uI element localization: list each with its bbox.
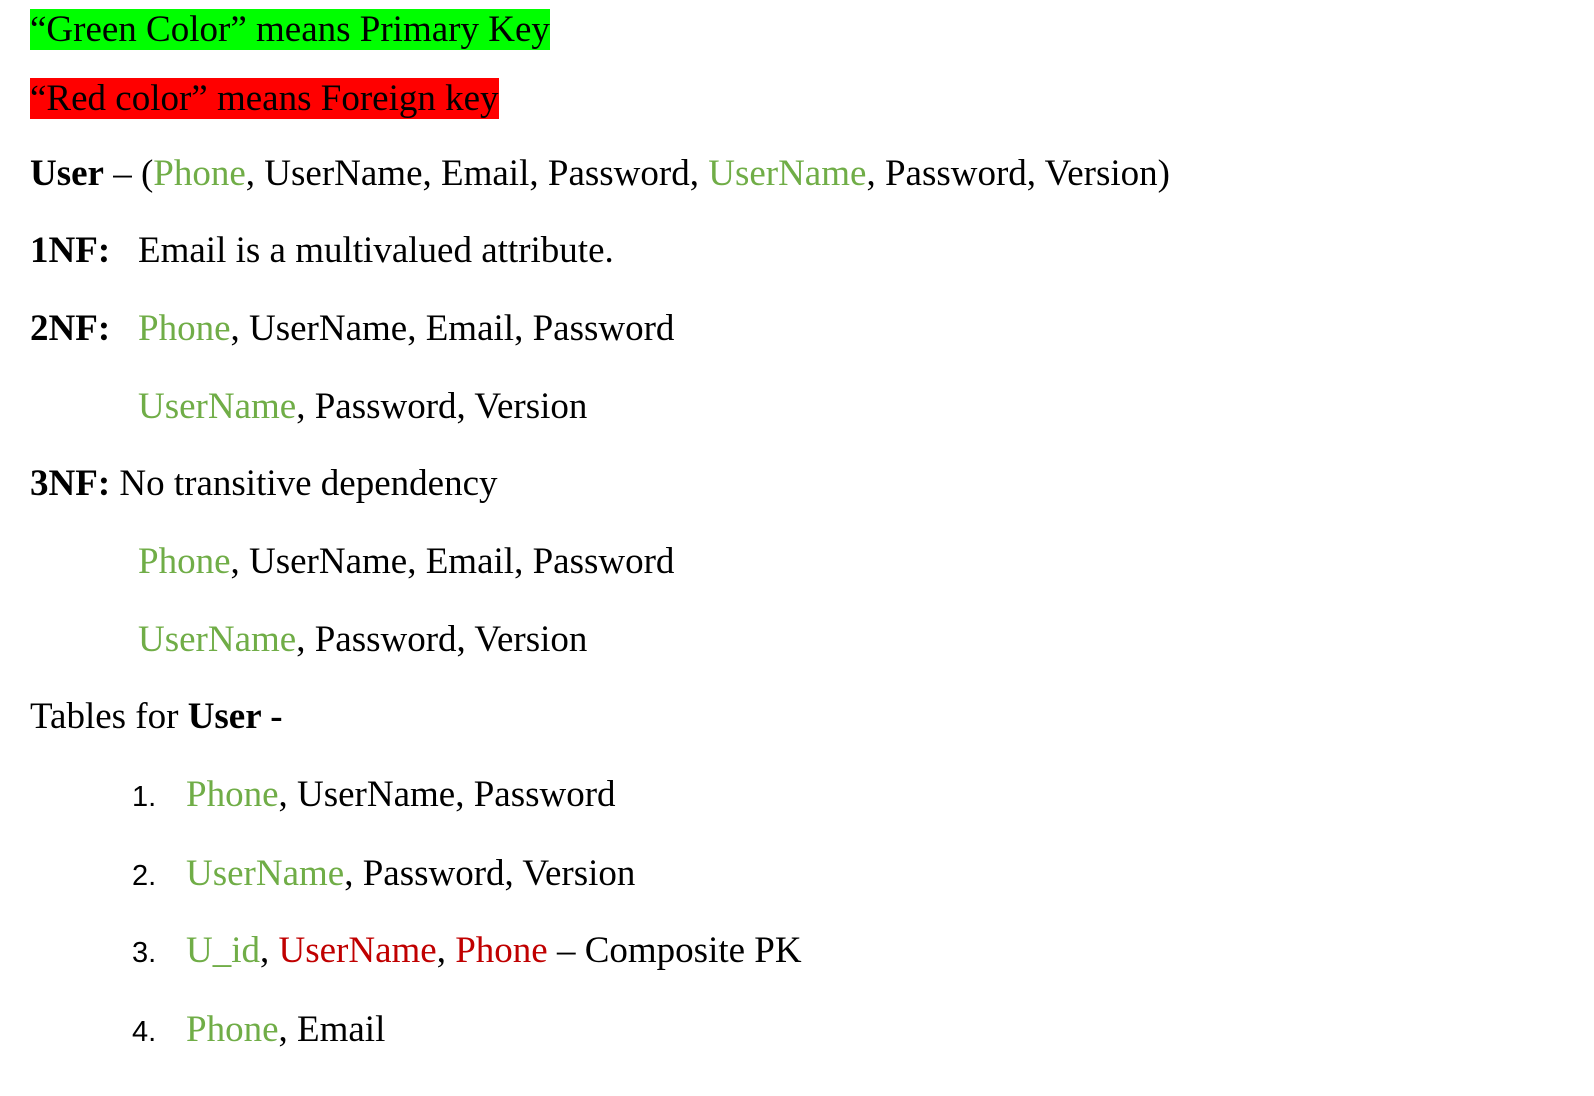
nf2-line-1: 2NF: Phone, UserName, Email, Password [30, 307, 674, 351]
list-item-sep: , [436, 930, 456, 971]
legend-foreign-key: “Red color” means Foreign key [30, 77, 499, 121]
nf1-text: Email is a multivalued attribute. [138, 230, 614, 271]
nf1-label: 1NF: [30, 230, 111, 271]
user-attrs: , UserName, Email, Password, [245, 153, 709, 194]
list-number: 2. [132, 860, 157, 892]
nf2-row1-rest: , UserName, Email, Password [230, 308, 675, 349]
nf3-line-1: Phone, UserName, Email, Password [138, 540, 674, 584]
list-item-fk-username: UserName [278, 930, 437, 971]
list-item-rest: – Composite PK [547, 930, 802, 971]
list-item-fk-phone: Phone [455, 930, 548, 971]
list-item-key: Phone [186, 774, 279, 815]
user-dash: – ( [103, 153, 154, 194]
tables-prefix: Tables for [30, 696, 188, 737]
list-item: 4. Phone, Email [132, 1008, 385, 1054]
nf3-text: No transitive dependency [110, 463, 498, 504]
list-item-key: U_id [186, 930, 260, 971]
nf3-row1-rest: , UserName, Email, Password [230, 541, 675, 582]
nf3-row1-key: Phone [138, 541, 231, 582]
nf3-line: 3NF: No transitive dependency [30, 462, 498, 506]
list-item: 1. Phone, UserName, Password [132, 773, 616, 819]
tables-heading: Tables for User - [30, 695, 283, 739]
list-item-key: Phone [186, 1009, 279, 1050]
nf1-line: 1NF: Email is a multivalued attribute. [30, 229, 614, 273]
list-item-key: UserName [186, 853, 345, 894]
legend-green-text: “Green Color” means Primary Key [30, 9, 550, 50]
nf2-row1-key: Phone [138, 308, 231, 349]
legend-primary-key: “Green Color” means Primary Key [30, 8, 550, 52]
list-item-rest: , UserName, Password [278, 774, 616, 815]
user-phone-pk: Phone [153, 153, 246, 194]
user-username-pk: UserName [708, 153, 867, 194]
list-number: 1. [132, 781, 157, 813]
nf3-label: 3NF: [30, 463, 111, 504]
list-item-sep: , [260, 930, 279, 971]
list-item: 2. UserName, Password, Version [132, 852, 635, 898]
nf3-line-2: UserName, Password, Version [138, 618, 587, 662]
legend-red-text: “Red color” means Foreign key [30, 78, 499, 119]
nf2-line-2: UserName, Password, Version [138, 385, 587, 429]
list-number: 3. [132, 937, 157, 969]
user-definition: User – (Phone, UserName, Email, Password… [30, 152, 1170, 196]
user-label: User [30, 153, 104, 194]
list-item: 3. U_id, UserName, Phone – Composite PK [132, 929, 802, 975]
nf2-row2-rest: , Password, Version [296, 386, 588, 427]
list-item-rest: , Email [278, 1009, 386, 1050]
tables-entity: User - [187, 696, 283, 737]
nf2-label: 2NF: [30, 308, 111, 349]
list-item-rest: , Password, Version [344, 853, 636, 894]
nf3-row2-key: UserName [138, 619, 297, 660]
list-number: 4. [132, 1016, 157, 1048]
nf2-row2-key: UserName [138, 386, 297, 427]
nf3-row2-rest: , Password, Version [296, 619, 588, 660]
user-attrs-rest: , Password, Version) [866, 153, 1170, 194]
